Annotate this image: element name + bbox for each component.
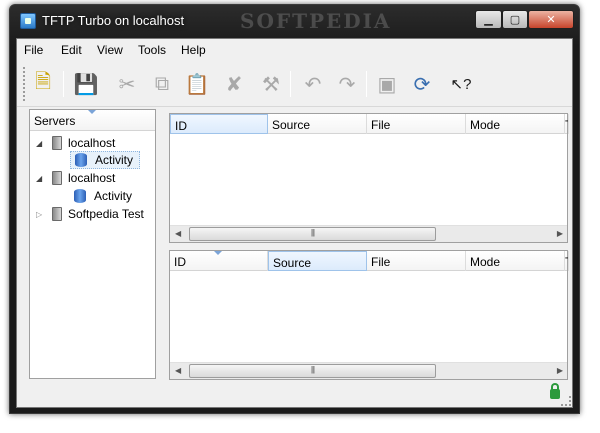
copy-icon: ⧉ <box>154 72 170 95</box>
redo-icon: ↷ <box>338 73 356 96</box>
resize-grip[interactable] <box>561 396 571 406</box>
expanded-arrow-icon[interactable]: ◢ <box>36 174 46 183</box>
close-button[interactable]: ✕ <box>528 10 574 29</box>
cut-button[interactable]: ✂ <box>113 70 141 98</box>
refresh-button[interactable]: ⟳ <box>408 70 436 98</box>
status-bar <box>17 383 572 407</box>
delete-icon: ✘ <box>225 73 243 96</box>
save-button[interactable]: 💾 <box>72 70 100 98</box>
collapsed-arrow-icon[interactable]: ▷ <box>36 210 46 219</box>
tools-button[interactable]: ⚒ <box>257 70 285 98</box>
scroll-thumb[interactable] <box>189 364 436 378</box>
toolbar-separator <box>366 71 367 97</box>
cut-icon: ✂ <box>118 73 136 96</box>
horizontal-scrollbar[interactable]: ◀ ▶ <box>170 362 567 379</box>
menu-edit[interactable]: Edit <box>61 43 82 57</box>
tree-node-label: localhost <box>68 136 116 150</box>
minimize-button[interactable]: ▁ <box>475 10 502 29</box>
servers-header-label: Servers <box>34 114 76 128</box>
tools-icon: ⚒ <box>262 73 280 96</box>
list-header: ID Source File Mode T <box>170 114 569 134</box>
column-mode[interactable]: Mode <box>466 114 565 134</box>
menu-bar: File Edit View Tools Help <box>17 39 572 61</box>
watermark-text: SOFTPEDIA <box>240 9 392 33</box>
activity-list-top[interactable]: ID Source File Mode T ◀ ▶ <box>169 113 569 243</box>
refresh-icon: ⟳ <box>413 73 431 96</box>
column-id[interactable]: ID <box>170 114 268 134</box>
scroll-left-icon[interactable]: ◀ <box>175 366 181 375</box>
save-icon: 💾 <box>73 73 99 96</box>
column-truncated[interactable]: T <box>565 251 569 271</box>
scroll-right-icon[interactable]: ▶ <box>557 366 563 375</box>
tree-node-label: Activity <box>94 189 133 203</box>
paste-icon: 📋 <box>184 73 210 96</box>
undo-button[interactable]: ↶ <box>299 70 327 98</box>
client-area: File Edit View Tools Help 🗎 💾 ✂ ⧉ 📋 ✘ ⚒ … <box>16 38 573 408</box>
server-icon <box>52 207 62 221</box>
database-icon <box>74 189 86 203</box>
servers-header[interactable]: Servers <box>30 110 155 131</box>
scroll-thumb[interactable] <box>189 227 436 241</box>
menu-help[interactable]: Help <box>181 43 206 57</box>
server-icon <box>52 171 62 185</box>
scroll-left-icon[interactable]: ◀ <box>175 229 181 238</box>
preview-icon: ▣ <box>377 73 397 96</box>
app-icon <box>20 13 36 29</box>
server-icon <box>52 136 62 150</box>
database-icon <box>75 153 87 167</box>
app-window: TFTP Turbo on localhost SOFTPEDIA ▁ ▢ ✕ … <box>9 4 580 414</box>
horizontal-scrollbar[interactable]: ◀ ▶ <box>170 225 567 242</box>
list-header: ID Source File Mode T <box>170 251 569 271</box>
title-bar[interactable]: TFTP Turbo on localhost SOFTPEDIA ▁ ▢ ✕ <box>10 5 579 37</box>
tree-node-activity-2[interactable]: Activity <box>74 187 132 205</box>
column-source[interactable]: Source <box>268 251 367 271</box>
preview-button[interactable]: ▣ <box>373 70 401 98</box>
tree-node-softpedia-test[interactable]: ▷ Softpedia Test <box>36 205 144 223</box>
column-source[interactable]: Source <box>268 114 367 134</box>
toolbar: 🗎 💾 ✂ ⧉ 📋 ✘ ⚒ ↶ ↷ ▣ ⟳ ↖? <box>17 61 572 107</box>
scroll-right-icon[interactable]: ▶ <box>557 229 563 238</box>
minimize-icon: ▁ <box>484 14 493 26</box>
close-icon: ✕ <box>546 14 556 26</box>
menu-file[interactable]: File <box>24 43 43 57</box>
undo-icon: ↶ <box>304 73 322 96</box>
column-mode[interactable]: Mode <box>466 251 565 271</box>
servers-panel: Servers ◢ localhost Activity ◢ localhost… <box>29 109 156 379</box>
tree-node-label: localhost <box>68 171 116 185</box>
tree-node-activity-1[interactable]: Activity <box>70 151 141 169</box>
tree-node-localhost-2[interactable]: ◢ localhost <box>36 169 115 187</box>
activity-list-bottom[interactable]: ID Source File Mode T ◀ ▶ <box>169 250 569 380</box>
column-truncated[interactable]: T <box>565 114 569 134</box>
new-icon: 🗎 <box>34 71 52 93</box>
tree-node-label: Softpedia Test <box>68 207 144 221</box>
context-help-button[interactable]: ↖? <box>447 70 475 98</box>
column-file[interactable]: File <box>367 114 466 134</box>
expanded-arrow-icon[interactable]: ◢ <box>36 139 46 148</box>
maximize-icon: ▢ <box>509 14 521 26</box>
menu-view[interactable]: View <box>97 43 123 57</box>
menu-tools[interactable]: Tools <box>138 43 166 57</box>
column-id[interactable]: ID <box>170 251 268 271</box>
window-title: TFTP Turbo on localhost <box>42 13 185 28</box>
copy-button[interactable]: ⧉ <box>148 70 176 98</box>
toolbar-grip[interactable] <box>23 67 26 101</box>
toolbar-separator <box>290 71 291 97</box>
delete-button[interactable]: ✘ <box>220 70 248 98</box>
column-file[interactable]: File <box>367 251 466 271</box>
paste-button[interactable]: 📋 <box>183 70 211 98</box>
tree-node-localhost-1[interactable]: ◢ localhost <box>36 134 115 152</box>
lock-icon <box>550 383 560 399</box>
new-button[interactable]: 🗎 <box>29 70 57 98</box>
help-cursor-icon: ↖? <box>450 76 472 93</box>
tree-node-label: Activity <box>95 153 134 167</box>
maximize-button[interactable]: ▢ <box>502 10 528 29</box>
toolbar-separator <box>63 71 64 97</box>
sort-arrow-icon <box>88 110 96 114</box>
redo-button[interactable]: ↷ <box>333 70 361 98</box>
